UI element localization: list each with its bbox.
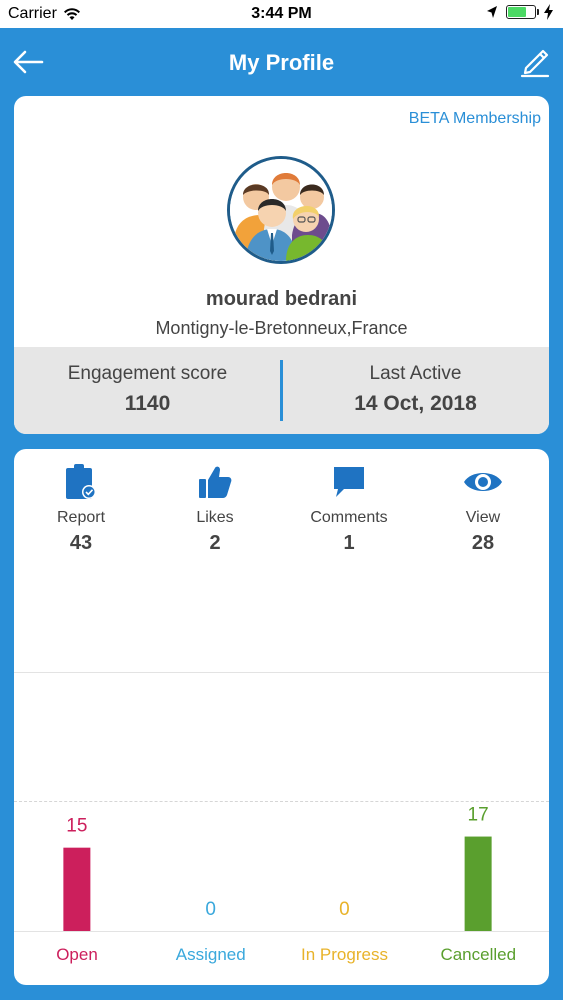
group-avatar-icon	[230, 159, 332, 261]
status-time: 3:44 PM	[251, 5, 312, 22]
edit-pencil-icon[interactable]	[519, 44, 551, 78]
last-active-stat: Last Active 14 Oct, 2018	[282, 347, 549, 434]
category-label-open: Open	[56, 945, 98, 964]
profile-location: Montigny-le-Bretonneux,France	[155, 318, 408, 338]
status-bar: Carrier 3:44 PM	[0, 0, 563, 28]
profile-name: mourad bedrani	[205, 288, 358, 310]
engagement-score-value: 1140	[124, 392, 171, 415]
last-active-label: Last Active	[369, 363, 462, 384]
bar-value-open: 15	[66, 816, 87, 837]
bar-value-cancelled: 17	[468, 805, 489, 826]
avatar	[227, 156, 335, 264]
engagement-score-label: Engagement score	[67, 363, 228, 384]
category-label-cancelled: Cancelled	[440, 945, 517, 964]
category-label-in-progress: In Progress	[301, 945, 388, 964]
chart-category-labels: Open Assigned In Progress Cancelled	[14, 945, 549, 971]
last-active-value: 14 Oct, 2018	[354, 392, 477, 415]
app-header: My Profile	[0, 28, 563, 94]
activity-card: Report 43 Likes 2 Comments 1 View 28 15 …	[14, 449, 549, 985]
status-bar-chart: 15 0 0 17	[63, 805, 492, 931]
bar-value-in-progress: 0	[339, 899, 350, 920]
category-label-assigned: Assigned	[175, 945, 246, 964]
page-title: My Profile	[228, 50, 335, 75]
charging-bolt-icon	[544, 4, 553, 20]
status-right	[486, 4, 553, 20]
membership-link[interactable]: BETA Membership	[409, 110, 541, 128]
bar-value-assigned: 0	[205, 899, 216, 920]
location-arrow-icon	[487, 6, 497, 18]
stats-strip: Engagement score 1140 Last Active 14 Oct…	[14, 347, 549, 434]
profile-card: BETA Membership mourad bedrani Montigny-…	[14, 96, 549, 434]
engagement-score-stat: Engagement score 1140	[14, 347, 281, 434]
bar-cancelled	[464, 836, 492, 931]
bar-open	[63, 847, 91, 931]
battery-icon	[506, 5, 539, 19]
